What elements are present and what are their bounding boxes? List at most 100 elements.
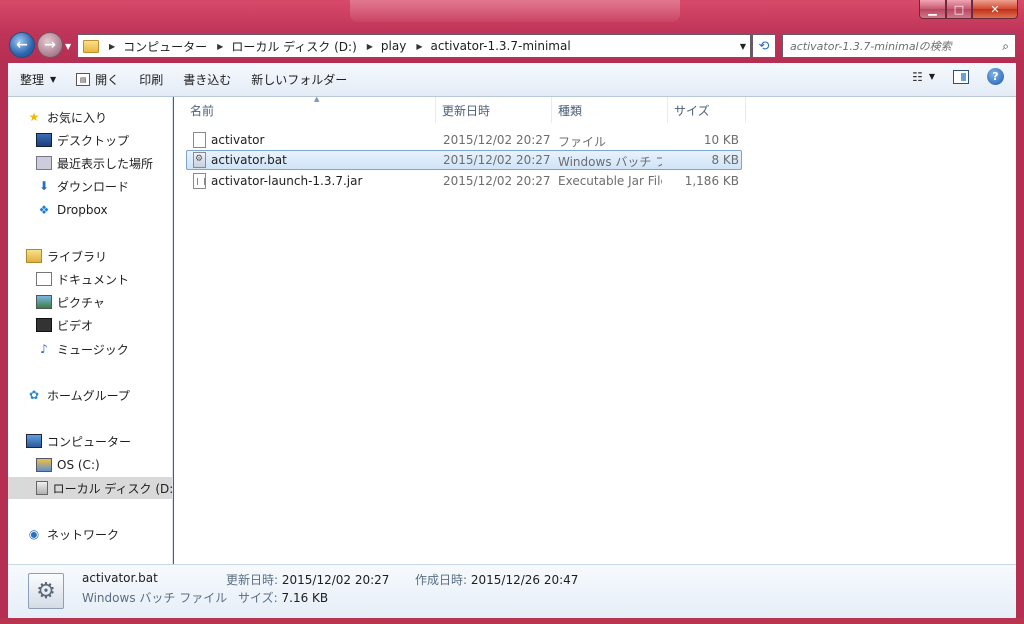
maximize-button[interactable]: □ [946, 0, 972, 19]
nav-label: ホームグループ [47, 388, 130, 403]
help-icon[interactable]: ? [987, 68, 1004, 85]
nav-downloads[interactable]: ⬇ ダウンロード [8, 175, 172, 197]
nav-label: 最近表示した場所 [57, 156, 154, 171]
open-icon: ▤ [76, 73, 91, 86]
homegroup-icon: ✿ [28, 388, 40, 402]
nav-recent-places[interactable]: 最近表示した場所 [8, 152, 172, 174]
column-header-name[interactable]: 名前 ▲ [184, 95, 436, 123]
details-created: 作成日時: 2015/12/26 20:47 [415, 571, 578, 588]
column-header-type[interactable]: 種類 [552, 97, 668, 123]
generic-file-icon [193, 132, 206, 148]
desktop-icon [36, 133, 52, 147]
nav-label: ビデオ [57, 318, 94, 333]
address-bar[interactable]: ▶ コンピューター ▶ ローカル ディスク (D:) ▶ play ▶ acti… [77, 34, 751, 58]
nav-videos[interactable]: ビデオ [8, 314, 172, 336]
jar-file-icon [193, 173, 206, 189]
search-icon[interactable]: ⌕ [1002, 39, 1009, 54]
history-dropdown-icon[interactable]: ▼ [65, 42, 71, 51]
table-row[interactable]: activator-launch-1.3.7.jar 2015/12/02 20… [186, 171, 742, 191]
nav-label: デスクトップ [57, 133, 130, 148]
preview-pane-icon[interactable] [953, 69, 969, 84]
burn-label: 書き込む [183, 73, 232, 87]
nav-label: ドキュメント [57, 272, 130, 287]
network-icon: ◉ [28, 527, 40, 541]
nav-network[interactable]: ◉ ネットワーク [8, 523, 172, 545]
picture-icon [36, 295, 52, 309]
new-folder-label: 新しいフォルダー [251, 73, 348, 87]
nav-label: ネットワーク [47, 527, 120, 542]
download-icon: ⬇ [38, 179, 50, 193]
new-folder-button[interactable]: 新しいフォルダー [243, 68, 355, 92]
file-type: Windows バッチ ファイル [558, 155, 662, 169]
window-controls: ▁ □ ✕ [919, 0, 1018, 19]
details-size-label: サイズ: [238, 591, 278, 605]
print-button[interactable]: 印刷 [131, 68, 171, 92]
breadcrumb-separator-icon[interactable]: ▶ [217, 42, 223, 51]
table-row[interactable]: activator 2015/12/02 20:27 ファイル 10 KB [186, 130, 742, 150]
breadcrumb-separator-icon[interactable]: ▶ [109, 42, 115, 51]
forward-button[interactable]: → [37, 32, 63, 58]
details-created-label: 作成日時: [415, 573, 468, 587]
breadcrumb-separator-icon[interactable]: ▶ [367, 42, 373, 51]
open-button[interactable]: ▤ 開く [68, 68, 127, 92]
breadcrumb-computer[interactable]: コンピューター [123, 38, 207, 55]
minimize-button[interactable]: ▁ [919, 0, 946, 19]
music-note-icon: ♪ [40, 342, 48, 356]
file-size: 10 KB [703, 133, 739, 147]
nav-label: お気に入り [47, 110, 108, 125]
file-date: 2015/12/02 20:27 [443, 133, 551, 147]
chevron-down-icon[interactable]: ▼ [929, 72, 935, 81]
refresh-button[interactable]: ⟲ [752, 34, 776, 58]
nav-desktop[interactable]: デスクトップ [8, 129, 172, 151]
nav-homegroup[interactable]: ✿ ホームグループ [8, 384, 172, 406]
video-icon [36, 318, 52, 332]
file-size: 8 KB [711, 153, 739, 167]
back-button[interactable]: ← [9, 32, 35, 58]
close-button[interactable]: ✕ [972, 0, 1018, 19]
nav-pictures[interactable]: ピクチャ [8, 291, 172, 313]
column-label: 種類 [558, 103, 583, 118]
nav-label: ライブラリ [47, 249, 108, 264]
breadcrumb-activator[interactable]: activator-1.3.7-minimal [430, 39, 570, 53]
file-size: 1,186 KB [684, 174, 739, 188]
nav-libraries[interactable]: ライブラリ [8, 245, 172, 267]
nav-label: ローカル ディスク (D:) [52, 481, 173, 496]
nav-local-disk[interactable]: ローカル ディスク (D:) [8, 477, 173, 499]
os-drive-icon [36, 458, 52, 472]
address-dropdown-icon[interactable]: ▼ [740, 42, 746, 51]
breadcrumb-local-disk[interactable]: ローカル ディスク (D:) [231, 38, 356, 55]
title-bar[interactable]: ▁ □ ✕ [0, 0, 1024, 30]
nav-label: ピクチャ [57, 295, 105, 310]
nav-favorites[interactable]: ★ お気に入り [8, 106, 172, 128]
nav-os-drive[interactable]: OS (C:) [8, 454, 172, 476]
star-icon: ★ [28, 110, 40, 124]
organize-button[interactable]: 整理 ▼ [12, 68, 64, 92]
breadcrumb-separator-icon[interactable]: ▶ [416, 42, 422, 51]
column-header-size[interactable]: サイズ [668, 97, 746, 123]
explorer-window: ▁ □ ✕ ← → ▼ ▶ コンピューター ▶ ローカル ディスク (D:) ▶… [0, 0, 1024, 624]
column-header-date[interactable]: 更新日時 [436, 97, 552, 123]
burn-button[interactable]: 書き込む [175, 68, 239, 92]
breadcrumb-play[interactable]: play [381, 39, 406, 53]
file-list: 名前 ▲ 更新日時 種類 サイズ activator 2015/12/02 20… [174, 95, 1016, 564]
table-row[interactable]: activator.bat 2015/12/02 20:27 Windows バ… [186, 150, 742, 170]
file-name: activator-launch-1.3.7.jar [211, 174, 363, 188]
drive-icon [36, 481, 48, 495]
details-pane: ⚙ activator.bat Windows バッチ ファイル サイズ: 7.… [8, 564, 1016, 618]
nav-music[interactable]: ♪ ミュージック [8, 338, 172, 360]
nav-documents[interactable]: ドキュメント [8, 268, 172, 290]
command-bar: 整理 ▼ ▤ 開く 印刷 書き込む 新しいフォルダー ☷ ▼ ? [8, 63, 1016, 97]
minimize-icon: ▁ [928, 2, 937, 16]
details-size: サイズ: 7.16 KB [238, 589, 328, 606]
nav-label: OS (C:) [57, 458, 100, 472]
details-file-name: activator.bat [82, 571, 158, 585]
nav-computer[interactable]: コンピューター [8, 430, 172, 452]
search-input[interactable] [790, 39, 990, 53]
nav-dropbox[interactable]: ❖ Dropbox [8, 199, 172, 221]
batch-file-icon: ⚙ [28, 573, 64, 609]
details-modified-value: 2015/12/02 20:27 [281, 573, 390, 587]
window-frame-bottom [0, 618, 1024, 624]
search-box[interactable]: ⌕ [782, 34, 1016, 58]
view-options-icon[interactable]: ☷ [912, 70, 923, 84]
navigation-row: ← → ▼ ▶ コンピューター ▶ ローカル ディスク (D:) ▶ play … [0, 30, 1024, 62]
